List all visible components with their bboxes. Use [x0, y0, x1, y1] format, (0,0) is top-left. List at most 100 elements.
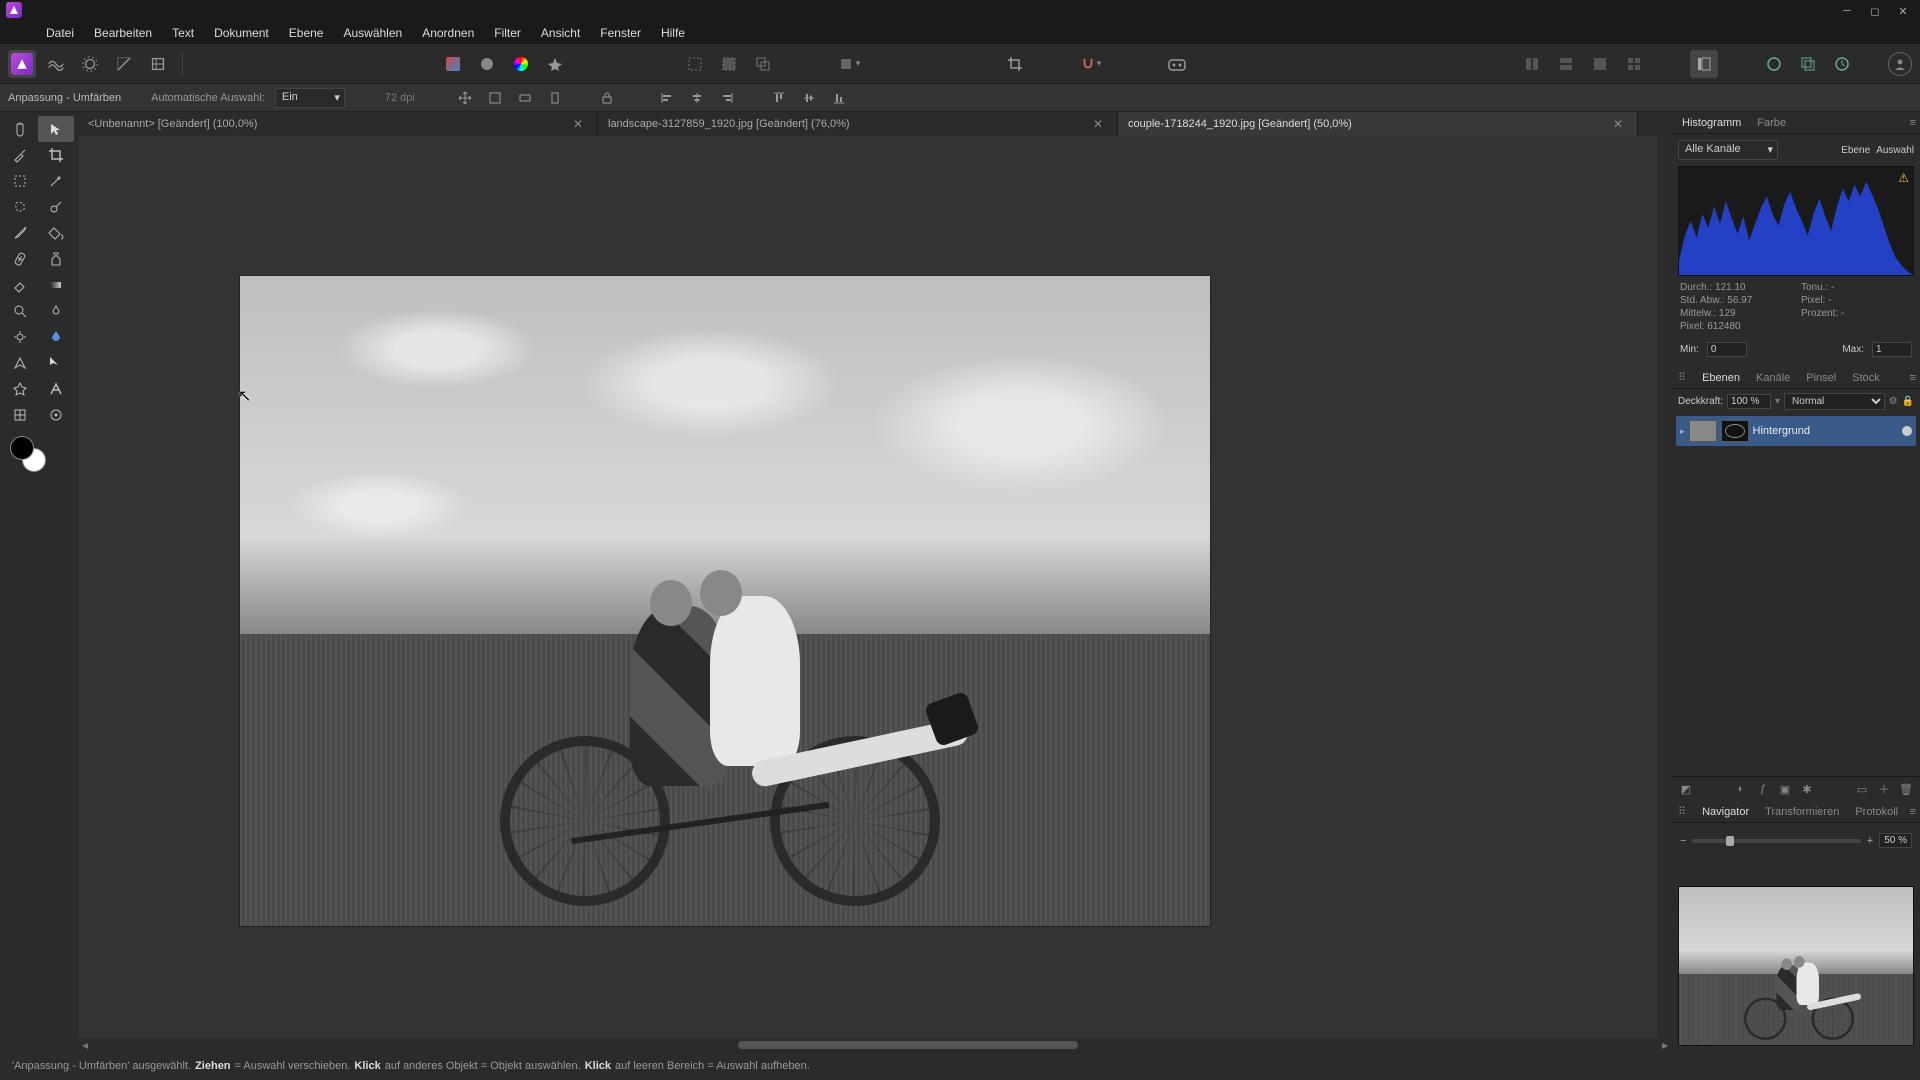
halign-left-icon[interactable] — [657, 88, 677, 108]
mesh-tool[interactable] — [2, 402, 38, 428]
minimize-button[interactable]: ─ — [1834, 2, 1860, 20]
crop-toggle-button[interactable] — [1001, 50, 1029, 78]
close-tab-2-icon[interactable]: ✕ — [1609, 117, 1627, 131]
pen-tool[interactable] — [2, 350, 38, 376]
zoom-tool[interactable] — [2, 298, 38, 324]
blur-tool[interactable] — [38, 324, 74, 350]
valign-top-icon[interactable] — [769, 88, 789, 108]
layer-live-icon[interactable]: ✱ — [1799, 781, 1815, 797]
context-auto-select[interactable]: Ein▾ — [275, 88, 345, 108]
layer-visibility-toggle[interactable] — [1902, 426, 1912, 436]
transform-3-icon[interactable] — [545, 88, 565, 108]
tab-ebenen[interactable]: Ebenen — [1698, 370, 1744, 386]
menu-auswaehlen[interactable]: Auswählen — [333, 23, 412, 43]
arrange-4-button[interactable] — [1620, 50, 1648, 78]
paintbrush-tool[interactable] — [2, 220, 38, 246]
lock-children-icon[interactable] — [597, 88, 617, 108]
persona-export-button[interactable] — [144, 50, 172, 78]
valign-bot-icon[interactable] — [829, 88, 849, 108]
autowb-button[interactable] — [541, 50, 569, 78]
layers-menu-icon[interactable]: ≡ — [1910, 372, 1916, 384]
blend-mode-select[interactable]: Normal — [1784, 393, 1885, 410]
document-tab-1[interactable]: landscape-3127859_1920.jpg [Geändert] (7… — [598, 112, 1118, 136]
menu-text[interactable]: Text — [162, 23, 204, 43]
close-tab-1-icon[interactable]: ✕ — [1089, 117, 1107, 131]
maximize-button[interactable]: ◻ — [1862, 2, 1888, 20]
selection-add-button[interactable] — [715, 50, 743, 78]
navigator-menu-icon[interactable]: ≡ — [1910, 806, 1916, 818]
persona-liquify-button[interactable] — [42, 50, 70, 78]
autocontrast-button[interactable] — [507, 50, 535, 78]
menu-fenster[interactable]: Fenster — [590, 23, 651, 43]
menu-anordnen[interactable]: Anordnen — [412, 23, 484, 43]
tab-histogram[interactable]: Histogramm — [1678, 115, 1745, 131]
layer-fx-icon[interactable]: ⚙ — [1889, 396, 1898, 407]
assistant-button[interactable] — [1163, 50, 1191, 78]
histogram-channel-select[interactable]: Alle Kanäle▾ — [1678, 140, 1778, 160]
canvas-viewport[interactable]: ↖ — [78, 136, 1672, 1052]
histogram-min-input[interactable] — [1707, 342, 1747, 357]
heal-tool[interactable] — [2, 246, 38, 272]
persona-photo-button[interactable] — [8, 50, 36, 78]
document-tab-0[interactable]: <Unbenannt> [Geändert] (100,0%)✕ — [78, 112, 598, 136]
menu-hilfe[interactable]: Hilfe — [651, 23, 695, 43]
valign-mid-icon[interactable] — [799, 88, 819, 108]
selection-none-button[interactable] — [681, 50, 709, 78]
layer-group-icon[interactable]: ▭ — [1854, 781, 1870, 797]
halign-center-icon[interactable] — [687, 88, 707, 108]
horizontal-scrollbar[interactable]: ◂ ▸ — [78, 1038, 1672, 1052]
tab-protokoll[interactable]: Protokoll — [1851, 804, 1902, 820]
layer-lock-icon[interactable]: 🔒 — [1902, 396, 1914, 407]
fill-tool[interactable] — [38, 220, 74, 246]
horizontal-scrollbar-thumb[interactable] — [738, 1041, 1078, 1049]
move-tool[interactable] — [38, 116, 74, 142]
transform-1-icon[interactable] — [485, 88, 505, 108]
foreground-color-swatch[interactable] — [10, 436, 34, 460]
selection-sub-button[interactable] — [749, 50, 777, 78]
dodge-tool[interactable] — [2, 324, 38, 350]
halign-right-icon[interactable] — [717, 88, 737, 108]
zoom-out-button[interactable]: − — [1680, 835, 1686, 847]
document-tab-2[interactable]: couple-1718244_1920.jpg [Geändert] (50,0… — [1118, 112, 1638, 136]
menu-ebene[interactable]: Ebene — [279, 23, 334, 43]
menu-datei[interactable]: Datei — [36, 23, 84, 43]
menu-ansicht[interactable]: Ansicht — [531, 23, 590, 43]
histogram-auswahl-button[interactable]: Auswahl — [1876, 145, 1914, 156]
histogram-menu-icon[interactable]: ≡ — [1910, 117, 1916, 129]
layer-mask2-icon[interactable]: ▣ — [1777, 781, 1793, 797]
transform-2-icon[interactable] — [515, 88, 535, 108]
arrange-left-button[interactable] — [1518, 50, 1546, 78]
quickmask-button[interactable]: ▾ — [829, 50, 869, 78]
close-tab-0-icon[interactable]: ✕ — [569, 117, 587, 131]
account-button[interactable] — [1888, 52, 1912, 76]
layer-add-icon[interactable]: ＋ — [1876, 781, 1892, 797]
persona-develop-button[interactable] — [76, 50, 104, 78]
histogram-ebene-button[interactable]: Ebene — [1841, 145, 1870, 156]
tab-pinsel[interactable]: Pinsel — [1802, 370, 1840, 386]
shape-tool[interactable] — [2, 376, 38, 402]
node-tool[interactable] — [38, 350, 74, 376]
autocolor-button[interactable] — [439, 50, 467, 78]
menu-bearbeiten[interactable]: Bearbeiten — [84, 23, 162, 43]
colorpicker-tool[interactable] — [2, 142, 38, 168]
tab-stock[interactable]: Stock — [1848, 370, 1884, 386]
studio-toggle-button[interactable] — [1690, 50, 1718, 78]
clone-tool[interactable] — [38, 246, 74, 272]
align-move-icon[interactable] — [455, 88, 475, 108]
zoom-slider[interactable] — [1692, 839, 1860, 843]
menu-dokument[interactable]: Dokument — [204, 23, 279, 43]
magicwand-tool[interactable] — [38, 168, 74, 194]
freehand-sel-tool[interactable] — [2, 194, 38, 220]
sync-1-button[interactable] — [1760, 50, 1788, 78]
opacity-input[interactable] — [1727, 394, 1771, 409]
layer-adjust-icon[interactable]: ◐ — [1733, 781, 1749, 797]
navigator-preview[interactable] — [1678, 886, 1914, 1046]
vertical-scrollbar[interactable] — [1658, 136, 1672, 1038]
canvas-image[interactable] — [240, 276, 1210, 926]
hand-tool[interactable] — [2, 116, 38, 142]
zoom-in-button[interactable]: + — [1867, 835, 1873, 847]
tab-navigator[interactable]: Navigator — [1698, 804, 1753, 820]
layer-fx2-icon[interactable]: ƒ — [1755, 781, 1771, 797]
layer-maskmode-icon[interactable]: ◩ — [1678, 781, 1694, 797]
layer-delete-icon[interactable]: 🗑 — [1898, 781, 1914, 797]
